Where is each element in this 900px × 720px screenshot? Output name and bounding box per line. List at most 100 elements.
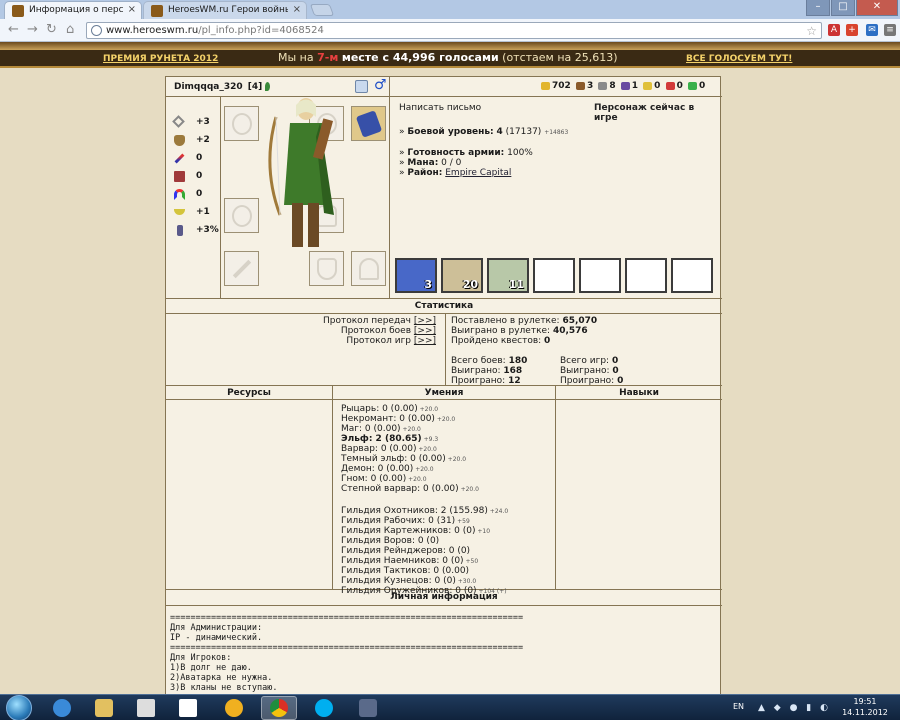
guild-skill-row: Гильдия Оружейников: 0 (0) +104 (+) <box>341 586 507 596</box>
divider <box>166 399 722 400</box>
crystal-icon <box>665 81 675 90</box>
slot-horse[interactable] <box>351 251 386 286</box>
army-slot-5[interactable] <box>579 258 621 293</box>
faction-skill-row: Темный эльф: 0 (0.00) +20.0 <box>341 454 467 464</box>
faction-skill-row: Эльф: 2 (80.65) +9.3 <box>341 434 439 444</box>
tab-heroeswm[interactable]: HeroesWM.ru Герои войны × <box>143 1 307 19</box>
battle-log-link[interactable]: Протокол боев [>>] <box>341 326 436 336</box>
army-slot-1[interactable]: 3 <box>395 258 437 293</box>
system-tray[interactable]: ▲ ◆ ● ▮ ◐ <box>758 703 831 713</box>
tab-title: HeroesWM.ru Герои войны <box>168 5 288 15</box>
guild-skill-row: Гильдия Рабочих: 0 (31) +59 <box>341 516 470 526</box>
player-info-panel: Dimqqqa_320 [4] ♂ +3 +2 0 0 0 +1 +3% 702… <box>165 76 722 694</box>
close-window-button[interactable]: ✕ <box>856 0 898 16</box>
book-icon <box>174 171 185 182</box>
runet-award-link[interactable]: ПРЕМИЯ РУНЕТА 2012 <box>103 54 218 64</box>
transfer-log-link[interactable]: Протокол передач [>>] <box>323 316 436 326</box>
divider <box>332 385 333 589</box>
hourglass-icon <box>177 225 183 236</box>
gem-icon <box>687 81 697 90</box>
divider <box>389 77 390 298</box>
tab-title: Информация о персонаж <box>29 5 123 15</box>
games-won: Выиграно: 0 <box>560 366 619 376</box>
guild-skill-row: Гильдия Рейнджеров: 0 (0) <box>341 546 471 556</box>
start-button[interactable] <box>6 695 32 720</box>
resources-bar: 702 3 8 1 0 0 0 <box>539 81 705 91</box>
faction-skill-row: Гном: 0 (0.00) +20.0 <box>341 474 427 484</box>
army-slot-4[interactable] <box>533 258 575 293</box>
army-slot-2[interactable]: 20 <box>441 258 483 293</box>
mana: » Мана: 0 / 0 <box>399 158 462 168</box>
minimize-button[interactable]: – <box>806 0 830 16</box>
divider <box>555 385 556 589</box>
taskbar-ie[interactable] <box>44 696 80 720</box>
vote-banner: ПРЕМИЯ РУНЕТА 2012 Мы на 7-м месте с 44,… <box>0 50 900 68</box>
hero-avatar <box>268 98 334 247</box>
slot-spellbook[interactable] <box>351 106 386 141</box>
home-icon[interactable]: ⌂ <box>66 23 74 37</box>
browser-nav-bar: ← → ↻ ⌂ www.heroeswm.ru/pl_info.php?id=4… <box>0 19 900 42</box>
close-tab-icon[interactable]: × <box>128 4 136 15</box>
new-tab-button[interactable] <box>309 4 335 16</box>
shield-icon <box>174 135 185 146</box>
map-icon[interactable] <box>355 80 368 93</box>
forward-icon[interactable]: → <box>27 23 38 37</box>
faction-skill-row: Демон: 0 (0.00) +20.0 <box>341 464 434 474</box>
stat-morale: +1 <box>174 206 218 220</box>
gold-icon <box>541 81 550 90</box>
combat-level: » Боевой уровень: 4 (17137) +14863 <box>399 127 569 137</box>
taskbar-chrome[interactable] <box>261 696 297 720</box>
chrome-icon <box>270 699 288 717</box>
game-log-link[interactable]: Протокол игр [>>] <box>346 336 436 346</box>
guild-skill-row: Гильдия Воров: 0 (0) <box>341 536 440 546</box>
faction-skill-row: Рыцарь: 0 (0.00) +20.0 <box>341 404 439 414</box>
maximize-button[interactable]: □ <box>831 0 855 16</box>
district-link[interactable]: Empire Capital <box>445 168 511 178</box>
faction-skill-row: Степной варвар: 0 (0.00) +20.0 <box>341 484 479 494</box>
elf-faction-icon <box>265 82 271 91</box>
extension-icon[interactable]: ✉ <box>866 24 878 36</box>
taskbar-skype[interactable] <box>306 696 342 720</box>
wrench-menu-icon[interactable]: ≡ <box>884 24 896 36</box>
guild-skill-row: Гильдия Кузнецов: 0 (0) +30.0 <box>341 576 477 586</box>
taskbar-explorer[interactable] <box>86 696 122 720</box>
taskbar-calendar[interactable] <box>170 696 206 720</box>
stat-defense: +2 <box>174 134 218 148</box>
slot-weapon[interactable] <box>224 251 259 286</box>
resources-column-header: Ресурсы <box>227 388 271 398</box>
extension-icon[interactable]: A <box>828 24 840 36</box>
taskbar-app[interactable] <box>350 696 386 720</box>
army-slot-3[interactable]: 11 <box>487 258 529 293</box>
divider <box>166 605 722 606</box>
divider <box>166 385 722 386</box>
vote-here-link[interactable]: ВСЕ ГОЛОСУЕМ ТУТ! <box>686 54 792 64</box>
divider <box>445 313 446 385</box>
reload-icon[interactable]: ↻ <box>46 23 57 37</box>
slot-ring-1[interactable] <box>224 106 259 141</box>
taskbar-winamp[interactable] <box>216 696 252 720</box>
page-content: ПРЕМИЯ РУНЕТА 2012 Мы на 7-м месте с 44,… <box>0 42 900 694</box>
address-bar[interactable]: www.heroeswm.ru/pl_info.php?id=4068524 ☆ <box>86 22 822 39</box>
app-icon <box>359 699 377 717</box>
sword-icon <box>172 115 185 128</box>
extension-badge-icon[interactable]: + <box>846 24 858 36</box>
battles-total: Всего боев: 180 <box>451 356 528 366</box>
taskbar-app[interactable] <box>128 696 164 720</box>
army-slot-6[interactable] <box>625 258 667 293</box>
back-icon[interactable]: ← <box>8 23 19 37</box>
language-indicator[interactable]: EN <box>733 702 744 711</box>
spellbook-icon <box>355 110 383 138</box>
tab-player-info[interactable]: Информация о персонаж × <box>4 1 142 19</box>
quests-done: Пройдено квестов: 0 <box>451 336 551 346</box>
divider <box>166 313 722 314</box>
close-tab-icon[interactable]: × <box>293 4 301 15</box>
clock[interactable]: 19:51 14.11.2012 <box>842 696 888 718</box>
site-favicon-icon <box>12 5 24 17</box>
stat-luck: 0 <box>174 188 218 202</box>
document-icon <box>137 699 155 717</box>
slot-ring-2[interactable] <box>224 198 259 233</box>
army-slot-7[interactable] <box>671 258 713 293</box>
write-message-link[interactable]: Написать письмо <box>399 103 481 113</box>
bookmark-star-icon[interactable]: ☆ <box>806 24 817 38</box>
character-name: Dimqqqa_320 [4] <box>174 82 271 92</box>
